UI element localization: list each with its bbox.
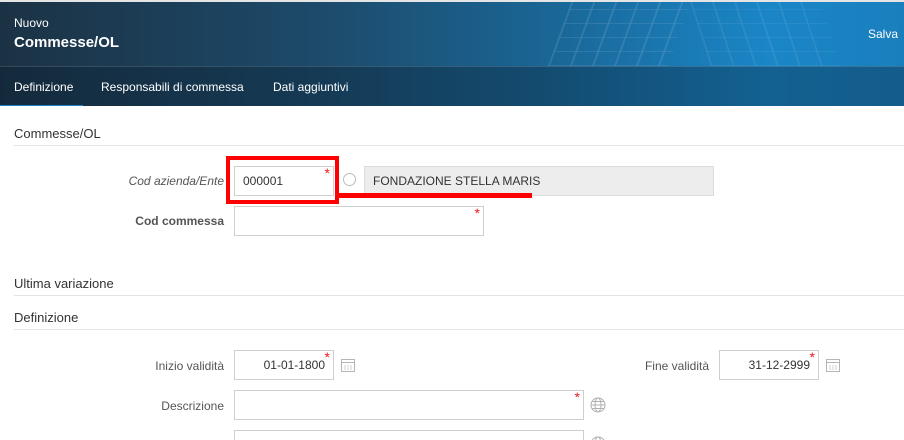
calendar-icon[interactable] (341, 358, 355, 372)
section-divider (14, 329, 904, 330)
descrizione-label: Descrizione (161, 399, 224, 413)
globe-icon[interactable] (590, 436, 606, 440)
fine-validita-value: 31-12-2999 (748, 358, 810, 372)
inizio-validita-field[interactable]: 01-01-1800 * (234, 349, 334, 380)
tab-definizione[interactable]: Definizione (0, 80, 84, 106)
required-marker: * (474, 205, 480, 221)
globe-icon[interactable] (590, 397, 606, 413)
section-title-definizione[interactable]: Definizione (14, 310, 78, 325)
app-header: Nuovo Commesse/OL Salva Definizione Resp… (0, 0, 904, 106)
inizio-validita-label: Inizio validità (155, 359, 224, 373)
azienda-name-display: FONDAZIONE STELLA MARIS (364, 166, 714, 196)
cod-commessa-field[interactable]: * (234, 205, 484, 236)
page-title: Commesse/OL (14, 34, 120, 51)
tab-responsabili[interactable]: Responsabili di commessa (101, 80, 244, 94)
cod-commessa-label: Cod commessa (135, 214, 224, 228)
extra-field[interactable] (234, 430, 584, 440)
required-marker: * (809, 349, 815, 365)
header-background-graphic (547, 0, 693, 66)
highlight-box (226, 156, 339, 204)
cod-azienda-label: Cod azienda/Ente (128, 174, 224, 188)
lookup-radio[interactable] (343, 173, 356, 186)
inizio-validita-value: 01-01-1800 (263, 358, 325, 372)
tab-bar: Definizione Responsabili di commessa Dat… (0, 66, 904, 106)
calendar-icon[interactable] (826, 358, 840, 372)
save-button[interactable]: Salva (868, 27, 898, 41)
section-divider (14, 145, 904, 146)
descrizione-field[interactable]: * (234, 389, 584, 420)
section-title-ultima-variazione[interactable]: Ultima variazione (14, 276, 114, 291)
fine-validita-label: Fine validità (644, 359, 709, 373)
header-background-graphic-2 (689, 0, 841, 66)
tab-dati-aggiuntivi[interactable]: Dati aggiuntivi (273, 80, 348, 94)
section-title-commesse: Commesse/OL (14, 126, 101, 141)
section-divider (14, 295, 904, 296)
highlight-underline (339, 193, 532, 198)
fine-validita-field[interactable]: 31-12-2999 * (719, 349, 819, 380)
required-marker: * (574, 389, 580, 405)
page-subtitle: Nuovo (14, 16, 49, 30)
required-marker: * (324, 349, 330, 365)
